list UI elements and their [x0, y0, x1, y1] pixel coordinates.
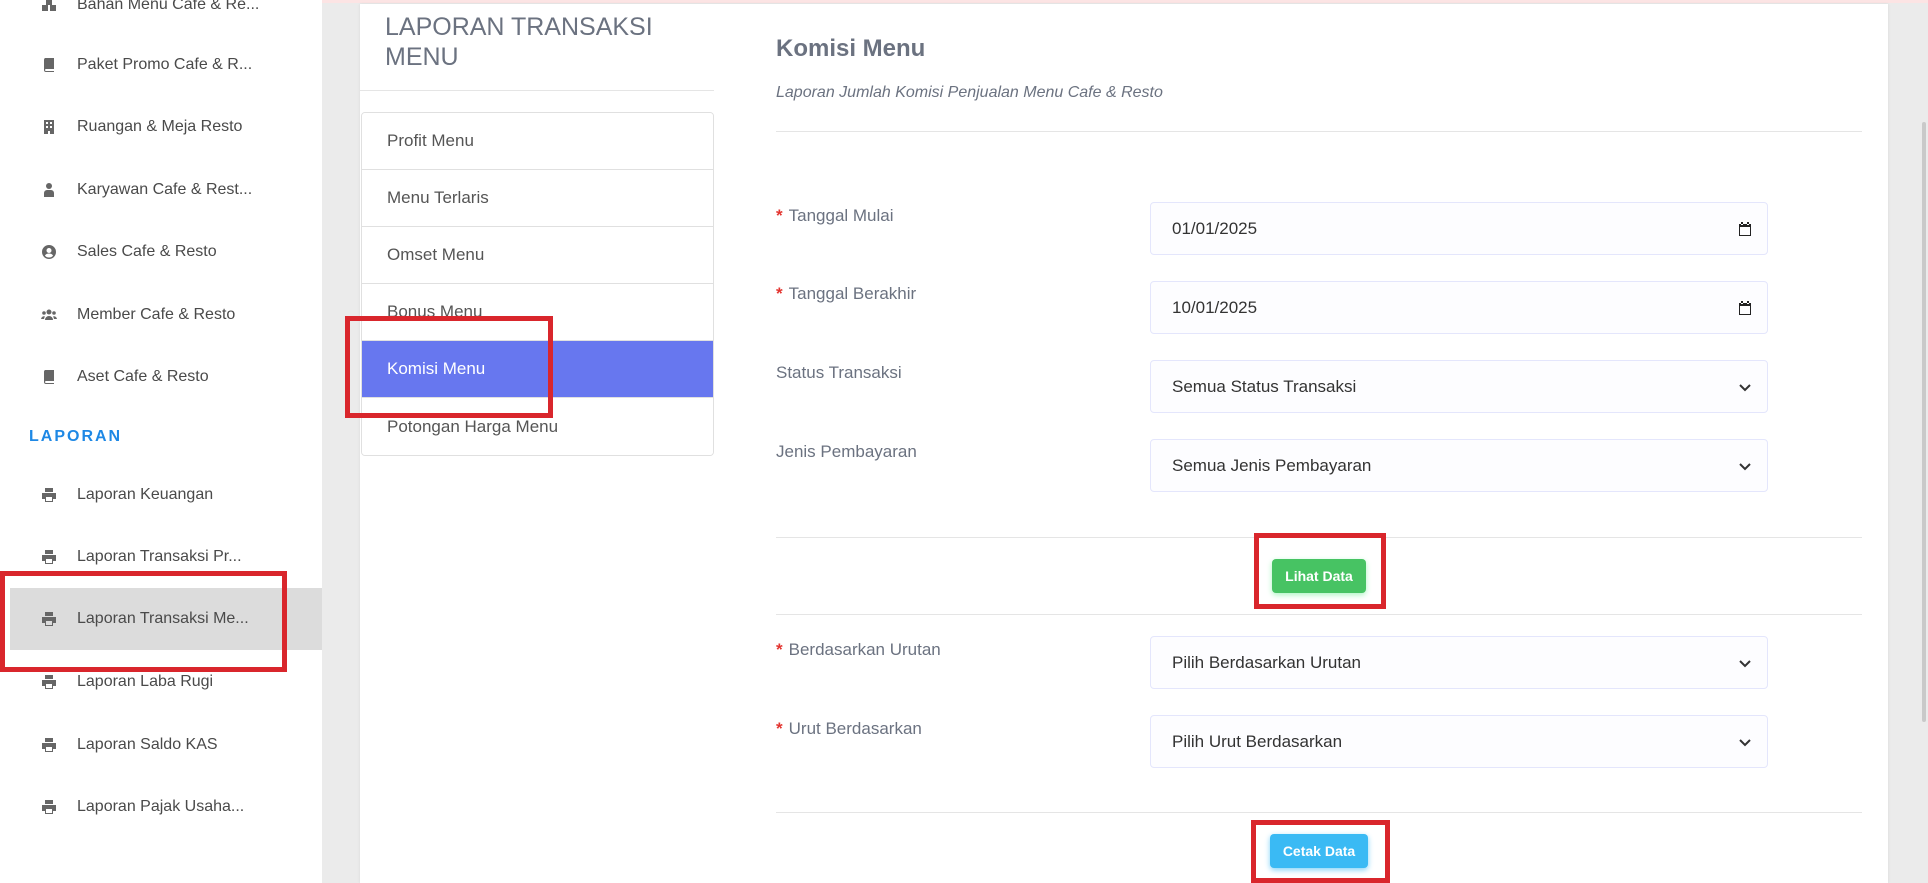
sidebar-item-laporan-transaksi-menu[interactable]: Laporan Transaksi Me... — [10, 588, 322, 650]
divider — [776, 812, 1862, 813]
divider — [360, 90, 714, 91]
sidebar-item-laporan-transaksi-produk[interactable]: Laporan Transaksi Pr... — [0, 526, 322, 588]
sidebar-item-label: Karyawan Cafe & Rest... — [77, 181, 253, 198]
sidebar-item-label: Laporan Transaksi Me... — [77, 610, 249, 627]
divider — [776, 614, 1862, 615]
urut-berdasarkan-label: * Urut Berdasarkan — [776, 719, 922, 738]
sidebar-item-label: Bahan Menu Cafe & Re... — [77, 0, 260, 13]
tanggal-berakhir-label: * Tanggal Berakhir — [776, 284, 917, 303]
form-title: Komisi Menu — [776, 35, 926, 62]
urut-berdasarkan-value: Pilih Urut Berdasarkan — [1172, 731, 1343, 751]
scrollbar[interactable] — [1922, 122, 1926, 722]
chevron-down-icon — [1739, 462, 1751, 470]
chevron-down-icon — [1739, 383, 1751, 391]
jenis-pembayaran-select[interactable]: Semua Jenis Pembayaran — [1150, 439, 1768, 492]
tanggal-mulai-label: * Tanggal Mulai — [776, 206, 894, 225]
cetak-data-button[interactable]: Cetak Data — [1270, 834, 1368, 868]
printer-icon — [40, 548, 58, 566]
users-icon — [40, 306, 58, 324]
required-mark: * — [776, 640, 783, 659]
chevron-down-icon — [1739, 659, 1751, 667]
report-card: LAPORAN TRANSAKSI MENU Profit Menu Menu … — [360, 4, 1888, 883]
sidebar-item-karyawan[interactable]: Karyawan Cafe & Rest... — [0, 159, 322, 221]
printer-icon — [40, 486, 58, 504]
book-icon — [40, 56, 58, 74]
tanggal-berakhir-input[interactable]: 10/01/2025 — [1150, 281, 1768, 334]
printer-icon — [40, 673, 58, 691]
printer-icon — [40, 610, 58, 628]
sidebar-item-label: Member Cafe & Resto — [77, 306, 236, 323]
sidebar-item-paket-promo[interactable]: Paket Promo Cafe & R... — [0, 34, 322, 96]
sidebar-item-laporan-saldo-kas[interactable]: Laporan Saldo KAS — [0, 714, 322, 776]
sidebar-item-ruangan-meja[interactable]: Ruangan & Meja Resto — [0, 96, 322, 158]
berdasarkan-urutan-value: Pilih Berdasarkan Urutan — [1172, 652, 1361, 672]
user-tie-icon — [40, 181, 58, 199]
tanggal-berakhir-value: 10/01/2025 — [1172, 297, 1258, 317]
lihat-data-button[interactable]: Lihat Data — [1272, 559, 1366, 593]
printer-icon — [40, 736, 58, 754]
tanggal-mulai-value: 01/01/2025 — [1172, 218, 1258, 238]
sidebar-item-bahan-menu[interactable]: Bahan Menu Cafe & Re... — [0, 0, 322, 36]
status-transaksi-label: Status Transaksi — [776, 363, 902, 382]
divider — [776, 131, 1862, 132]
required-mark: * — [776, 719, 783, 738]
report-menu-item-terlaris[interactable]: Menu Terlaris — [362, 170, 713, 227]
sidebar-item-label: Laporan Saldo KAS — [77, 736, 218, 753]
sidebar-item-label: Laporan Laba Rugi — [77, 673, 214, 690]
report-menu-item-potongan-harga[interactable]: Potongan Harga Menu — [362, 398, 713, 455]
calendar-icon[interactable] — [1737, 221, 1753, 237]
sidebar-item-sales[interactable]: Sales Cafe & Resto — [0, 221, 322, 283]
report-menu-item-bonus[interactable]: Bonus Menu — [362, 284, 713, 341]
jenis-pembayaran-value: Semua Jenis Pembayaran — [1172, 455, 1372, 475]
status-transaksi-select[interactable]: Semua Status Transaksi — [1150, 360, 1768, 413]
report-menu-title: LAPORAN TRANSAKSI MENU — [385, 13, 653, 71]
berdasarkan-urutan-label: * Berdasarkan Urutan — [776, 640, 941, 659]
printer-icon — [40, 798, 58, 816]
sidebar-item-label: Aset Cafe & Resto — [77, 368, 209, 385]
report-menu-list: Profit Menu Menu Terlaris Omset Menu Bon… — [361, 112, 714, 456]
sidebar-item-laporan-keuangan[interactable]: Laporan Keuangan — [0, 464, 322, 526]
user-circle-icon — [40, 243, 58, 261]
sidebar-item-member[interactable]: Member Cafe & Resto — [0, 284, 322, 346]
status-transaksi-value: Semua Status Transaksi — [1172, 376, 1357, 396]
jenis-pembayaran-label: Jenis Pembayaran — [776, 442, 917, 461]
required-mark: * — [776, 206, 783, 225]
calendar-icon[interactable] — [1737, 300, 1753, 316]
sidebar-item-label: Sales Cafe & Resto — [77, 243, 217, 260]
building-icon — [40, 118, 58, 136]
berdasarkan-urutan-select[interactable]: Pilih Berdasarkan Urutan — [1150, 636, 1768, 689]
sidebar-item-laporan-pajak-usaha[interactable]: Laporan Pajak Usaha... — [0, 776, 322, 838]
tanggal-mulai-input[interactable]: 01/01/2025 — [1150, 202, 1768, 255]
divider — [776, 537, 1862, 538]
sidebar-item-label: Ruangan & Meja Resto — [77, 118, 243, 135]
sidebar: Bahan Menu Cafe & Re... Paket Promo Cafe… — [0, 0, 322, 883]
sidebar-item-laporan-laba-rugi[interactable]: Laporan Laba Rugi — [0, 651, 322, 713]
sidebar-item-label: Paket Promo Cafe & R... — [77, 56, 253, 73]
sidebar-item-label: Laporan Keuangan — [77, 486, 214, 503]
report-menu-item-profit[interactable]: Profit Menu — [362, 113, 713, 170]
sidebar-section-laporan: LAPORAN — [29, 428, 123, 445]
sidebar-item-label: Laporan Pajak Usaha... — [77, 798, 245, 815]
cubes-icon — [40, 0, 58, 14]
urut-berdasarkan-select[interactable]: Pilih Urut Berdasarkan — [1150, 715, 1768, 768]
book-icon — [40, 368, 58, 386]
sidebar-item-aset[interactable]: Aset Cafe & Resto — [0, 346, 322, 408]
sidebar-item-label: Laporan Transaksi Pr... — [77, 548, 242, 565]
report-menu-item-omset[interactable]: Omset Menu — [362, 227, 713, 284]
report-menu-item-komisi[interactable]: Komisi Menu — [362, 341, 713, 398]
chevron-down-icon — [1739, 738, 1751, 746]
required-mark: * — [776, 284, 783, 303]
form-subtitle: Laporan Jumlah Komisi Penjualan Menu Caf… — [776, 84, 1163, 101]
